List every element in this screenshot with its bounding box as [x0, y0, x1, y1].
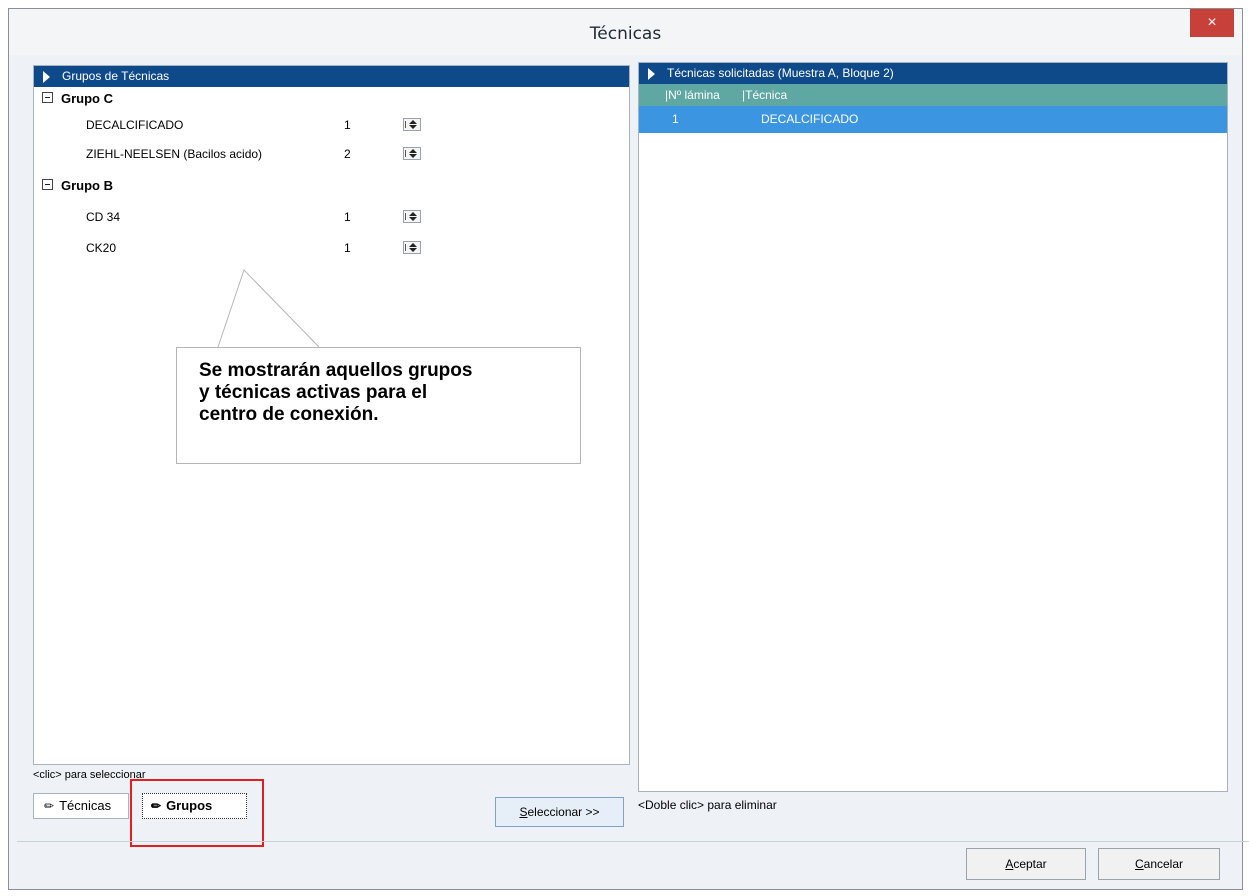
dialog-window: Técnicas × Grupos de Técnicas Grupo C DE… [8, 8, 1249, 890]
footer-separator [17, 841, 1249, 842]
callout-pointer [217, 269, 320, 348]
tab-tecnicas-label: Técnicas [59, 798, 112, 813]
callout-line-3: centro de conexión. [199, 404, 379, 425]
requested-techniques-header: Técnicas solicitadas (Muestra A, Bloque … [639, 63, 1227, 84]
highlight-box [130, 779, 264, 847]
row-lamina: 1 [672, 112, 679, 126]
accept-label: ceptar [1013, 857, 1047, 871]
requested-techniques-panel: Técnicas solicitadas (Muestra A, Bloque … [638, 62, 1228, 792]
delete-hint: <Doble clic> para eliminar [638, 798, 777, 812]
expand-triangle-icon [648, 68, 655, 80]
pencil-icon: ✏ [44, 799, 55, 813]
close-icon: × [1207, 14, 1217, 31]
callout-line-1: Se mostrarán aquellos grupos [199, 360, 473, 381]
close-button[interactable]: × [1190, 9, 1234, 37]
info-callout: Se mostrarán aquellos grupos y técnicas … [176, 347, 581, 464]
cancel-mnemonic: C [1134, 857, 1144, 871]
table-row[interactable]: 1 DECALCIFICADO [639, 106, 1227, 133]
tab-tecnicas[interactable]: ✏ Técnicas [33, 793, 129, 819]
column-header-tecnica[interactable]: |Técnica [742, 84, 787, 106]
select-button[interactable]: Seleccionar >> [495, 797, 624, 827]
requested-techniques-title: Técnicas solicitadas (Muestra A, Bloque … [667, 66, 894, 80]
column-header-row: |Nº lámina |Técnica [639, 84, 1227, 106]
cancel-label: ancelar [1143, 857, 1184, 871]
title-bar: Técnicas × [9, 9, 1242, 55]
cancel-button[interactable]: Cancelar [1098, 848, 1220, 880]
accept-button[interactable]: Aceptar [966, 848, 1086, 880]
column-header-lamina[interactable]: |Nº lámina [665, 84, 720, 106]
row-tecnica: DECALCIFICADO [761, 112, 859, 126]
window-title: Técnicas [589, 24, 662, 44]
technique-groups-panel: Grupos de Técnicas Grupo C DECALCIFICADO… [33, 65, 630, 765]
callout-line-2: y técnicas activas para el [199, 382, 428, 403]
select-hint: <clic> para seleccionar [33, 769, 146, 781]
select-button-label: eleccionar >> [527, 805, 600, 819]
